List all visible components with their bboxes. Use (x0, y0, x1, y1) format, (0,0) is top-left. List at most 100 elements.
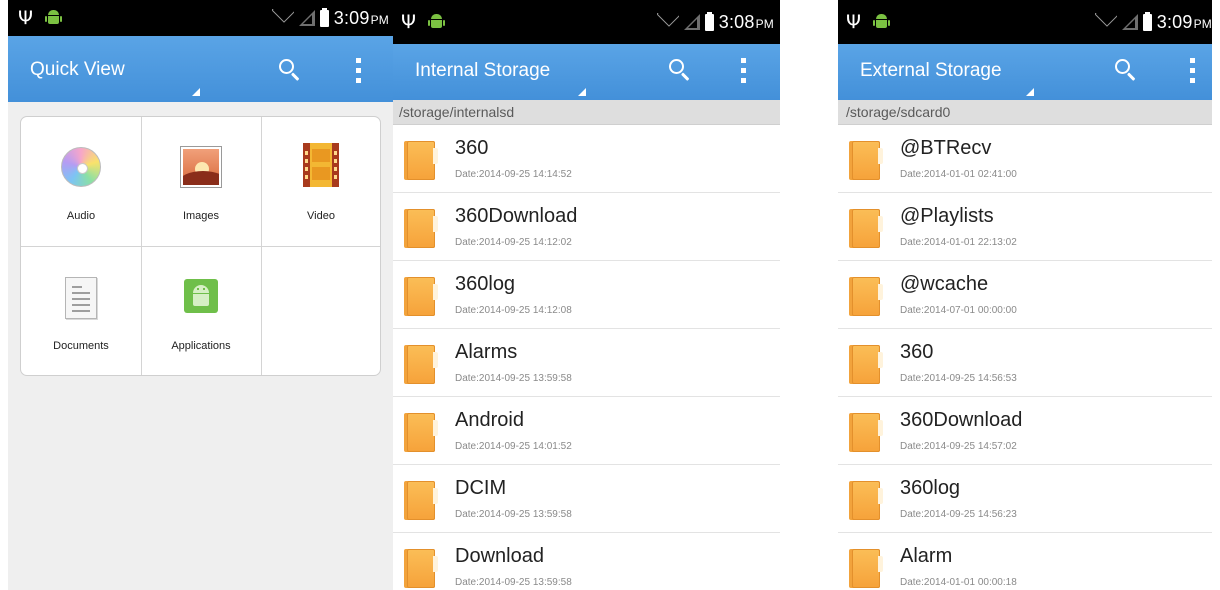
list-item[interactable]: 360log Date:2014-09-25 14:56:23 (838, 465, 1212, 533)
file-date: Date:2014-01-01 00:00:18 (900, 577, 1017, 588)
status-clock: 3:08PM (718, 11, 774, 32)
location-dropdown[interactable]: External Storage (860, 60, 1002, 82)
file-date: Date:2014-01-01 22:13:02 (900, 237, 1017, 248)
status-clock: 3:09PM (1156, 11, 1212, 32)
android-app-icon (184, 279, 218, 313)
file-name: 360log (900, 477, 961, 499)
usb-icon: Ψ (846, 10, 861, 33)
folder-icon (404, 141, 438, 180)
list-item[interactable]: Download Date:2014-09-25 13:59:58 (393, 533, 780, 590)
list-item[interactable]: @Playlists Date:2014-01-01 22:13:02 (838, 193, 1212, 261)
battery-icon (1142, 11, 1152, 31)
file-date: Date:2014-09-25 14:12:02 (455, 237, 572, 248)
file-name: Alarms (455, 341, 518, 363)
cd-icon (61, 147, 101, 187)
folder-icon (404, 277, 438, 316)
usb-icon: Ψ (401, 10, 416, 33)
tile-label: Documents (53, 340, 109, 352)
folder-icon (404, 345, 438, 384)
dropdown-indicator (578, 88, 586, 96)
file-date: Date:2014-01-01 02:41:00 (900, 169, 1017, 180)
file-date: Date:2014-09-25 14:57:02 (900, 441, 1017, 452)
action-bar: Quick View (8, 36, 393, 102)
wifi-icon (272, 9, 294, 27)
film-icon (303, 143, 339, 187)
status-bar: Ψ 3:09PM (8, 0, 393, 36)
file-name: DCIM (455, 477, 507, 499)
android-icon (872, 14, 890, 30)
list-item[interactable]: DCIM Date:2014-09-25 13:59:58 (393, 465, 780, 533)
file-name: Android (455, 409, 524, 431)
list-item[interactable]: 360Download Date:2014-09-25 14:12:02 (393, 193, 780, 261)
usb-icon: Ψ (18, 6, 33, 29)
tile-label: Applications (171, 340, 231, 352)
file-date: Date:2014-09-25 14:56:23 (900, 509, 1017, 520)
external-storage-screen: Ψ 3:09PM External Storage /storage/sdcar… (838, 0, 1212, 590)
list-item[interactable]: Alarms Date:2014-09-25 13:59:58 (393, 329, 780, 397)
android-icon (427, 14, 445, 30)
status-bar: Ψ 3:08PM (393, 0, 780, 44)
folder-icon (849, 209, 883, 248)
tile-audio[interactable]: Audio (21, 117, 141, 247)
list-item[interactable]: Alarm Date:2014-01-01 00:00:18 (838, 533, 1212, 590)
folder-icon (849, 413, 883, 452)
signal-icon (1121, 14, 1138, 30)
file-date: Date:2014-09-25 14:14:52 (455, 169, 572, 180)
folder-icon (404, 209, 438, 248)
list-item[interactable]: Android Date:2014-09-25 14:01:52 (393, 397, 780, 465)
folder-icon (849, 345, 883, 384)
file-name: @BTRecv (900, 137, 992, 159)
file-name: 360log (455, 273, 516, 295)
battery-icon (704, 11, 714, 31)
path-bar: /storage/sdcard0 (838, 100, 1212, 125)
overflow-menu-icon[interactable] (1190, 58, 1196, 84)
list-item[interactable]: @wcache Date:2014-07-01 00:00:00 (838, 261, 1212, 329)
folder-icon (849, 277, 883, 316)
dropdown-indicator (192, 88, 200, 96)
list-item[interactable]: 360 Date:2014-09-25 14:14:52 (393, 125, 780, 193)
quick-view-grid: Audio Images Video Documents Application… (20, 116, 381, 376)
file-date: Date:2014-09-25 14:12:08 (455, 305, 572, 316)
tile-images[interactable]: Images (141, 117, 261, 247)
list-item[interactable]: 360Download Date:2014-09-25 14:57:02 (838, 397, 1212, 465)
file-date: Date:2014-07-01 00:00:00 (900, 305, 1017, 316)
location-dropdown[interactable]: Quick View (30, 59, 125, 81)
image-icon (181, 147, 221, 187)
tile-label: Images (182, 210, 220, 222)
overflow-menu-icon[interactable] (356, 58, 362, 84)
tile-documents[interactable]: Documents (21, 247, 141, 375)
wifi-icon (657, 13, 679, 31)
folder-icon (404, 481, 438, 520)
folder-icon (849, 141, 883, 180)
folder-icon (849, 481, 883, 520)
file-name: 360Download (900, 409, 1023, 431)
status-clock: 3:09PM (333, 7, 389, 28)
list-item[interactable]: 360log Date:2014-09-25 14:12:08 (393, 261, 780, 329)
list-item[interactable]: 360 Date:2014-09-25 14:56:53 (838, 329, 1212, 397)
file-date: Date:2014-09-25 14:01:52 (455, 441, 572, 452)
overflow-menu-icon[interactable] (741, 58, 747, 84)
document-icon (65, 277, 97, 319)
folder-icon (849, 549, 883, 588)
file-name: 360Download (455, 205, 578, 227)
location-dropdown[interactable]: Internal Storage (415, 60, 550, 82)
path-bar: /storage/internalsd (393, 100, 780, 125)
search-icon[interactable] (278, 58, 302, 82)
action-bar: Internal Storage (393, 44, 780, 100)
tile-video[interactable]: Video (261, 117, 380, 247)
folder-icon (404, 413, 438, 452)
search-icon[interactable] (1114, 58, 1138, 82)
file-name: @Playlists (900, 205, 994, 227)
android-icon (44, 10, 62, 26)
tile-applications[interactable]: Applications (141, 247, 261, 375)
file-list: 360 Date:2014-09-25 14:14:52 360Download… (393, 125, 780, 590)
action-bar: External Storage (838, 44, 1212, 100)
empty-tile (261, 247, 380, 375)
file-list: @BTRecv Date:2014-01-01 02:41:00 @Playli… (838, 125, 1212, 590)
search-icon[interactable] (668, 58, 692, 82)
wifi-icon (1095, 13, 1117, 31)
list-item[interactable]: @BTRecv Date:2014-01-01 02:41:00 (838, 125, 1212, 193)
internal-storage-screen: Ψ 3:08PM Internal Storage /storage/inter… (393, 0, 780, 590)
file-date: Date:2014-09-25 13:59:58 (455, 373, 572, 384)
signal-icon (298, 10, 315, 26)
